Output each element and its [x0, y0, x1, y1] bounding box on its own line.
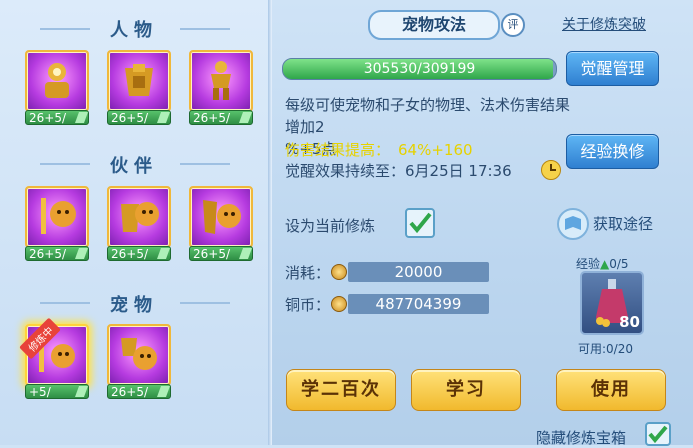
cost-value: 20000	[348, 262, 489, 282]
skill-slot[interactable]: 26+5/	[107, 324, 171, 404]
armor-icon	[107, 50, 171, 112]
panel-divider	[268, 0, 272, 445]
skill-icon	[25, 50, 89, 112]
description-line: 每级可使宠物和子女的物理、法术伤害结果增加2	[285, 96, 571, 136]
level-bar: 26+5/	[189, 246, 253, 261]
skill-slot-selected[interactable]: 修炼中 +5/	[19, 317, 89, 404]
skill-slot[interactable]: 26+5/	[25, 50, 89, 130]
exp-potion-slot[interactable]: 80	[580, 271, 644, 335]
level-bar: 26+5/	[107, 384, 171, 399]
book-icon	[557, 208, 589, 240]
hide-box-checkbox[interactable]	[645, 422, 671, 446]
duration-value: 6月25日 17:36	[405, 162, 512, 180]
skill-slot[interactable]: 26+5/	[25, 186, 89, 266]
leopard-armor-icon	[107, 186, 171, 248]
level-bar: 26+5/	[25, 110, 89, 125]
damage-boost: 伤害结果提高： 64%+160	[285, 139, 473, 160]
check-icon	[648, 425, 668, 444]
level-bar: 26+5/	[25, 246, 89, 261]
potion-qty: 80	[619, 313, 640, 331]
awaken-duration: 觉醒效果持续至：6月25日 17:36	[285, 160, 512, 181]
level-bar: 26+5/	[107, 246, 171, 261]
about-breakthrough-link[interactable]: 关于修炼突破	[562, 14, 646, 34]
skill-title: 宠物攻法	[368, 10, 500, 40]
exp-count: 0/5	[609, 257, 629, 271]
exp-label: 经验	[576, 257, 601, 271]
level-bar: 26+5/	[107, 110, 171, 125]
clock-icon	[541, 160, 561, 180]
arrow-up-icon: ▲	[600, 257, 610, 271]
coins-value: 487704399	[348, 294, 489, 314]
set-current-label: 设为当前修炼	[285, 217, 376, 235]
skill-slot[interactable]: 26+5/	[189, 186, 253, 266]
learn-button[interactable]: 学习	[411, 369, 521, 411]
level-bar: 26+5/	[189, 110, 253, 125]
progress-text: 305530/309199	[363, 61, 476, 77]
coin-icon	[331, 296, 347, 312]
skill-slot[interactable]: 26+5/	[189, 50, 253, 130]
left-panel: 人物 26+5/ 26+5/ 26+5/ 伙伴 26+5/ 26+5/ 26+5…	[0, 0, 268, 445]
section-title-pet: 宠物	[110, 295, 158, 316]
skill-slot[interactable]: 26+5/	[107, 186, 171, 266]
set-current-checkbox[interactable]	[405, 208, 435, 238]
coin-icon	[331, 264, 347, 280]
leopard-guard-icon	[189, 186, 253, 248]
section-title-partner: 伙伴	[110, 156, 158, 177]
exp-progress-bar: 305530/309199	[282, 58, 557, 80]
rate-button[interactable]: 评	[501, 13, 525, 37]
boost-label: 伤害结果提高：	[285, 141, 391, 159]
coins-label: 铜币：	[285, 296, 331, 314]
learn-200-button[interactable]: 学二百次	[286, 369, 396, 411]
exp-exchange-button[interactable]: 经验换修	[566, 134, 659, 169]
get-path-link[interactable]: 获取途径	[593, 213, 653, 234]
check-icon	[409, 212, 432, 234]
warrior-icon	[189, 50, 253, 112]
level-bar: +5/	[25, 384, 89, 399]
use-button[interactable]: 使用	[556, 369, 666, 411]
duration-label: 觉醒效果持续至：	[285, 162, 406, 180]
leopard-sword-icon	[25, 186, 89, 248]
boost-value: 64%+160	[398, 141, 473, 159]
exp-item-header: 经验▲0/5	[576, 255, 629, 272]
pet-armor-icon	[107, 324, 171, 386]
cost-label: 消耗：	[285, 264, 331, 282]
available-count: 可用:0/20	[578, 342, 633, 356]
awaken-manage-button[interactable]: 觉醒管理	[566, 51, 659, 86]
skill-slot[interactable]: 26+5/	[107, 50, 171, 130]
section-title-character: 人物	[110, 20, 158, 41]
